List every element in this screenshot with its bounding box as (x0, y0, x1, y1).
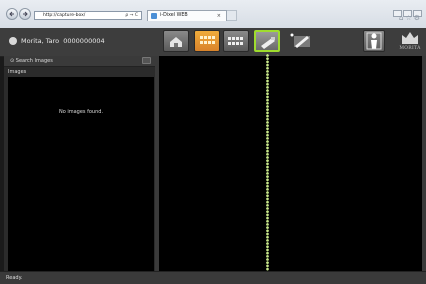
status-bar: Ready. (0, 271, 426, 284)
image-grid-button[interactable] (194, 30, 220, 52)
home-button[interactable] (163, 30, 189, 52)
new-tab-button[interactable] (227, 10, 237, 21)
collapse-button[interactable] (142, 57, 151, 64)
image-list[interactable]: No images found. (8, 77, 154, 271)
back-icon (9, 11, 14, 17)
camera-icon (261, 37, 275, 49)
address-actions[interactable]: ρ → C (125, 12, 138, 19)
patient-info: Morita, Taro 0000000004 (9, 37, 105, 45)
browser-toolbar-icons[interactable]: ⌂☆⚙ (399, 14, 422, 22)
strip-icon (228, 37, 243, 45)
grid-icon (200, 36, 215, 44)
tab-close-button[interactable]: × (217, 12, 221, 20)
patient-button[interactable] (363, 30, 385, 52)
browser-tab[interactable]: i-Dixel WEB × (147, 10, 227, 21)
status-text: Ready. (6, 275, 23, 281)
browser-chrome: http://capture-box/ ρ → C i-Dixel WEB × … (0, 0, 426, 29)
forward-button[interactable] (19, 8, 31, 20)
person-icon (366, 32, 382, 50)
annotate-button[interactable] (289, 31, 313, 51)
morita-logo: MORITA (397, 30, 423, 54)
search-panel: ⊙ Search Images Images No images found. (4, 56, 155, 271)
tab-title: i-Dixel WEB (160, 13, 188, 18)
address-text: http://capture-box/ (43, 13, 86, 18)
patient-id: 0000000004 (63, 37, 105, 45)
images-section-label: Images (8, 69, 27, 75)
image-strip-button[interactable] (223, 30, 249, 52)
right-edge-bar (422, 56, 426, 271)
highlight-dotted-line (266, 54, 269, 283)
images-header: Images (4, 68, 155, 76)
address-bar[interactable]: http://capture-box/ ρ → C (34, 11, 142, 20)
window-controls (392, 2, 422, 17)
home-icon (170, 37, 182, 47)
patient-name: Morita, Taro (21, 37, 60, 45)
capture-button[interactable] (254, 30, 280, 52)
pen-icon (290, 33, 310, 48)
patient-avatar-icon (9, 37, 17, 45)
image-viewer[interactable] (159, 56, 422, 271)
logo-text: MORITA (399, 46, 421, 51)
back-button[interactable] (6, 8, 18, 20)
logo-icon (402, 32, 418, 44)
search-images-label: Search Images (15, 58, 53, 64)
page-favicon-icon (151, 13, 157, 19)
search-images-bar[interactable]: ⊙ Search Images (4, 56, 155, 67)
search-images-title: ⊙ Search Images (10, 58, 53, 64)
forward-icon (23, 11, 28, 17)
empty-message: No images found. (58, 109, 104, 115)
